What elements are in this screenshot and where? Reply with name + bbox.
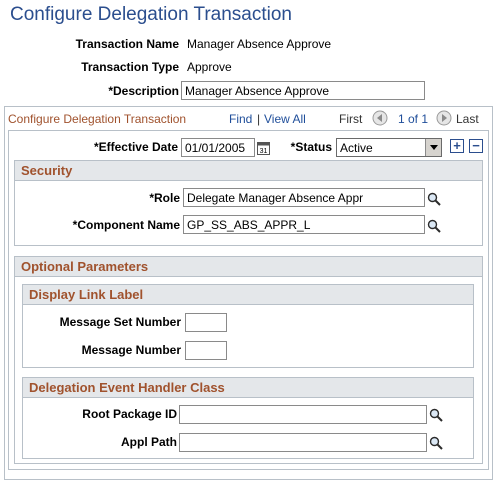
page-title: Configure Delegation Transaction — [10, 4, 293, 25]
component-name-input[interactable]: GP_SS_ABS_APPR_L — [183, 215, 425, 234]
magnifier-icon[interactable] — [429, 436, 443, 450]
last-label: Last — [456, 112, 479, 126]
description-input[interactable]: Manager Absence Approve — [181, 81, 425, 100]
grid-title: Configure Delegation Transaction — [8, 112, 187, 126]
component-name-label: *Component Name — [72, 218, 180, 232]
root-package-id-label: Root Package ID — [82, 407, 177, 421]
arrow-left-icon[interactable] — [372, 110, 388, 126]
effective-date-label: *Effective Date — [93, 140, 178, 154]
display-link-label-header: Display Link Label — [23, 285, 473, 305]
arrow-right-icon[interactable] — [436, 110, 452, 126]
find-link[interactable]: Find — [229, 112, 252, 126]
role-input[interactable]: Delegate Manager Absence Appr — [183, 188, 425, 207]
minus-icon[interactable]: − — [469, 139, 483, 153]
calendar-icon[interactable]: 31 — [257, 141, 270, 155]
plus-icon[interactable]: + — [450, 139, 464, 153]
effective-date-input[interactable]: 01/01/2005 — [181, 138, 255, 157]
transaction-type-label: Transaction Type — [81, 60, 179, 74]
appl-path-input[interactable] — [179, 433, 427, 452]
security-header: Security — [15, 161, 482, 181]
view-all-link[interactable]: View All — [264, 112, 306, 126]
optional-parameters-header: Optional Parameters — [15, 257, 482, 277]
transaction-name-value: Manager Absence Approve — [187, 37, 332, 51]
magnifier-icon[interactable] — [427, 192, 441, 206]
magnifier-icon[interactable] — [429, 408, 443, 422]
pager-text: 1 of 1 — [398, 112, 429, 126]
status-value: Active — [340, 141, 373, 155]
magnifier-icon[interactable] — [427, 219, 441, 233]
message-number-input[interactable] — [185, 341, 227, 360]
first-label: First — [339, 112, 363, 126]
svg-text:31: 31 — [260, 148, 268, 155]
grid-separator: | — [257, 112, 261, 126]
status-label: *Status — [290, 140, 332, 154]
role-label: *Role — [149, 191, 180, 205]
transaction-name-label: Transaction Name — [75, 37, 179, 51]
message-set-number-input[interactable] — [185, 313, 227, 332]
message-set-number-label: Message Set Number — [59, 315, 181, 329]
transaction-type-value: Approve — [187, 60, 232, 74]
delegation-event-handler-header: Delegation Event Handler Class — [23, 378, 473, 398]
root-package-id-input[interactable] — [179, 405, 427, 424]
message-number-label: Message Number — [81, 343, 181, 357]
appl-path-label: Appl Path — [121, 435, 177, 449]
chevron-down-icon[interactable] — [425, 139, 441, 156]
description-label: *Description — [108, 84, 179, 98]
status-select[interactable]: Active — [336, 138, 442, 157]
